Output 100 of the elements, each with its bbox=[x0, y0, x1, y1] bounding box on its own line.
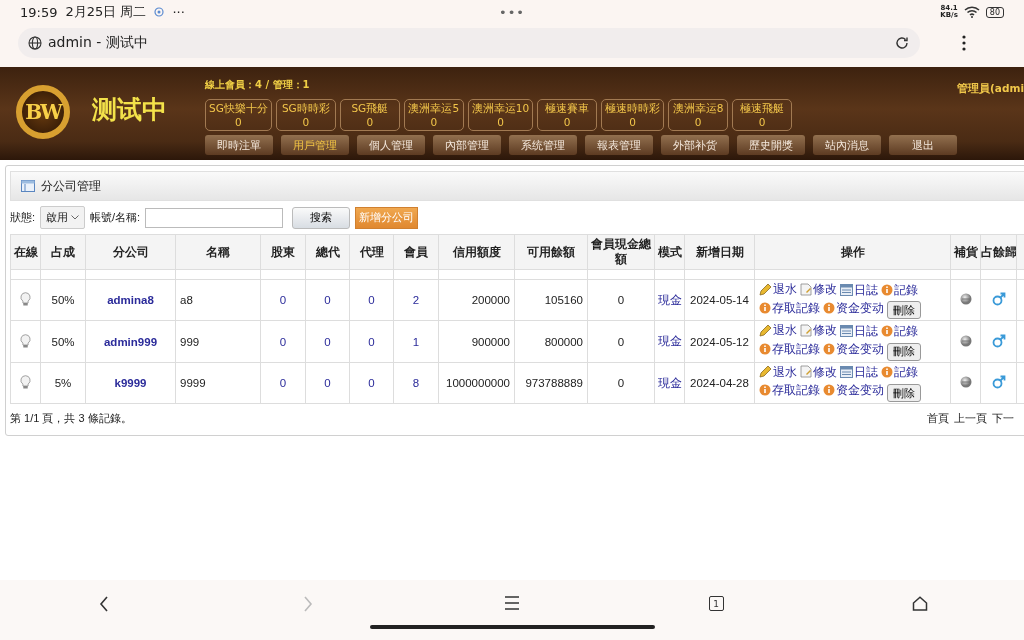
nav-tab[interactable]: 即時注單 bbox=[205, 135, 273, 155]
address-bar[interactable]: admin - 测试中 bbox=[18, 28, 920, 58]
wifi-icon bbox=[963, 6, 980, 18]
action-link[interactable]: 修改 bbox=[800, 322, 837, 339]
table-cell: 9999 bbox=[175, 362, 261, 404]
nav-tab[interactable]: 個人管理 bbox=[357, 135, 425, 155]
male-symbol-icon[interactable] bbox=[991, 375, 1006, 390]
male-symbol-icon[interactable] bbox=[991, 333, 1006, 348]
page-icon bbox=[800, 323, 812, 337]
pager-link[interactable]: 首頁 bbox=[927, 411, 949, 427]
status-select[interactable]: 啟用 bbox=[40, 206, 86, 229]
pager-link[interactable]: 下一 bbox=[992, 411, 1014, 427]
column-header: 占成 bbox=[40, 234, 86, 270]
column-header: 代理 bbox=[349, 234, 394, 270]
table-cell: 105160 bbox=[514, 279, 588, 321]
male-symbol-icon[interactable] bbox=[991, 292, 1006, 307]
nav-tab[interactable]: 退出 bbox=[889, 135, 957, 155]
lottery-counter: 極速飛艇 0 bbox=[732, 99, 793, 131]
mode-link[interactable]: 現金 bbox=[654, 279, 685, 321]
company-link[interactable]: admin999 bbox=[85, 320, 176, 363]
column-header: 名稱 bbox=[175, 234, 261, 270]
table-cell: 50% bbox=[40, 320, 86, 363]
count-link[interactable]: 1 bbox=[393, 320, 439, 363]
window-icon bbox=[21, 180, 35, 192]
back-icon[interactable] bbox=[99, 596, 109, 612]
clock: 19:59 bbox=[20, 4, 58, 20]
action-link[interactable]: 日誌 bbox=[840, 322, 878, 339]
site-title: 测试中 bbox=[92, 94, 167, 126]
mode-link[interactable]: 現金 bbox=[654, 362, 685, 404]
count-link[interactable]: 8 bbox=[393, 362, 439, 404]
menu-icon[interactable] bbox=[962, 35, 966, 51]
action-link[interactable]: 記錄 bbox=[881, 322, 918, 339]
action-link[interactable]: 退水 bbox=[759, 322, 797, 339]
action-link[interactable]: 日誌 bbox=[840, 364, 878, 381]
status-label: 狀態: bbox=[10, 210, 36, 225]
count-link[interactable]: 0 bbox=[260, 362, 306, 404]
ball-icon bbox=[959, 293, 972, 306]
pencil-icon bbox=[759, 365, 772, 379]
count-link[interactable]: 0 bbox=[305, 279, 350, 321]
count-link[interactable]: 0 bbox=[349, 320, 394, 363]
count-link[interactable]: 0 bbox=[260, 279, 306, 321]
column-header: 股東 bbox=[260, 234, 306, 270]
action-link[interactable]: 修改 bbox=[800, 281, 837, 297]
table-cell: 973788889 bbox=[514, 362, 588, 404]
date: 2月25日 周二 bbox=[65, 3, 147, 21]
nav-tab[interactable]: 系统管理 bbox=[509, 135, 577, 155]
lottery-counter: SG飛艇 0 bbox=[339, 99, 400, 131]
count-link[interactable]: 0 bbox=[305, 362, 350, 404]
mode-link[interactable]: 現金 bbox=[654, 320, 685, 363]
table-cell: 0 bbox=[587, 362, 655, 404]
nav-tab[interactable]: 報表管理 bbox=[585, 135, 653, 155]
company-link[interactable]: admina8 bbox=[85, 279, 176, 321]
lottery-counter: SG時時彩 0 bbox=[275, 99, 336, 131]
count-link[interactable]: 0 bbox=[260, 320, 306, 363]
action-link[interactable]: 退水 bbox=[759, 363, 797, 380]
action-link[interactable]: 资金变动 bbox=[823, 299, 884, 316]
delete-button[interactable]: 刪除 bbox=[887, 342, 921, 361]
pencil-icon bbox=[759, 323, 772, 337]
count-link[interactable]: 0 bbox=[305, 320, 350, 363]
search-field[interactable] bbox=[145, 207, 284, 228]
table-cell: 999 bbox=[175, 320, 261, 363]
column-header: 在線 bbox=[10, 234, 41, 270]
info-icon bbox=[881, 324, 893, 337]
action-link[interactable]: 存取記錄 bbox=[759, 382, 820, 399]
delete-button[interactable]: 刪除 bbox=[887, 384, 921, 403]
reload-icon[interactable] bbox=[894, 35, 910, 51]
info-icon bbox=[881, 283, 893, 296]
action-link[interactable]: 記錄 bbox=[881, 281, 918, 298]
table-cell: 900000 bbox=[438, 320, 515, 363]
chevron-icon bbox=[71, 215, 80, 220]
pager-link[interactable]: 上一頁 bbox=[954, 411, 987, 427]
action-link[interactable]: 资金变动 bbox=[823, 340, 884, 357]
lottery-counter: 澳洲幸运10 0 bbox=[467, 99, 534, 131]
search-button[interactable]: 搜索 bbox=[292, 206, 351, 229]
count-link[interactable]: 2 bbox=[393, 279, 439, 321]
action-link[interactable]: 日誌 bbox=[840, 281, 878, 298]
action-link[interactable]: 修改 bbox=[800, 363, 837, 380]
action-link[interactable]: 退水 bbox=[759, 281, 797, 297]
count-link[interactable]: 0 bbox=[349, 362, 394, 404]
info-icon bbox=[759, 301, 771, 314]
delete-button[interactable]: 刪除 bbox=[887, 301, 921, 320]
home-icon[interactable] bbox=[912, 596, 928, 611]
nav-tab[interactable]: 站內消息 bbox=[813, 135, 881, 155]
page-icon bbox=[800, 365, 812, 379]
count-link[interactable]: 0 bbox=[349, 279, 394, 321]
column-header: 分公司 bbox=[85, 234, 176, 270]
tabs-button[interactable]: 1 bbox=[708, 596, 724, 611]
action-link[interactable]: 記錄 bbox=[881, 364, 918, 381]
action-link[interactable]: 资金变动 bbox=[823, 382, 884, 399]
nav-tab[interactable]: 外部补货 bbox=[661, 135, 729, 155]
nav-tab[interactable]: 歷史開獎 bbox=[737, 135, 805, 155]
action-link[interactable]: 存取記錄 bbox=[759, 299, 820, 316]
table-cell: 2024-05-12 bbox=[684, 320, 755, 363]
action-link[interactable]: 存取記錄 bbox=[759, 340, 820, 357]
info-icon bbox=[823, 301, 835, 314]
column-header: 操作 bbox=[754, 234, 951, 270]
nav-tab[interactable]: 用戶管理 bbox=[281, 135, 349, 155]
company-link[interactable]: k9999 bbox=[85, 362, 176, 404]
calendar-icon bbox=[840, 324, 853, 337]
nav-tab[interactable]: 內部管理 bbox=[433, 135, 501, 155]
